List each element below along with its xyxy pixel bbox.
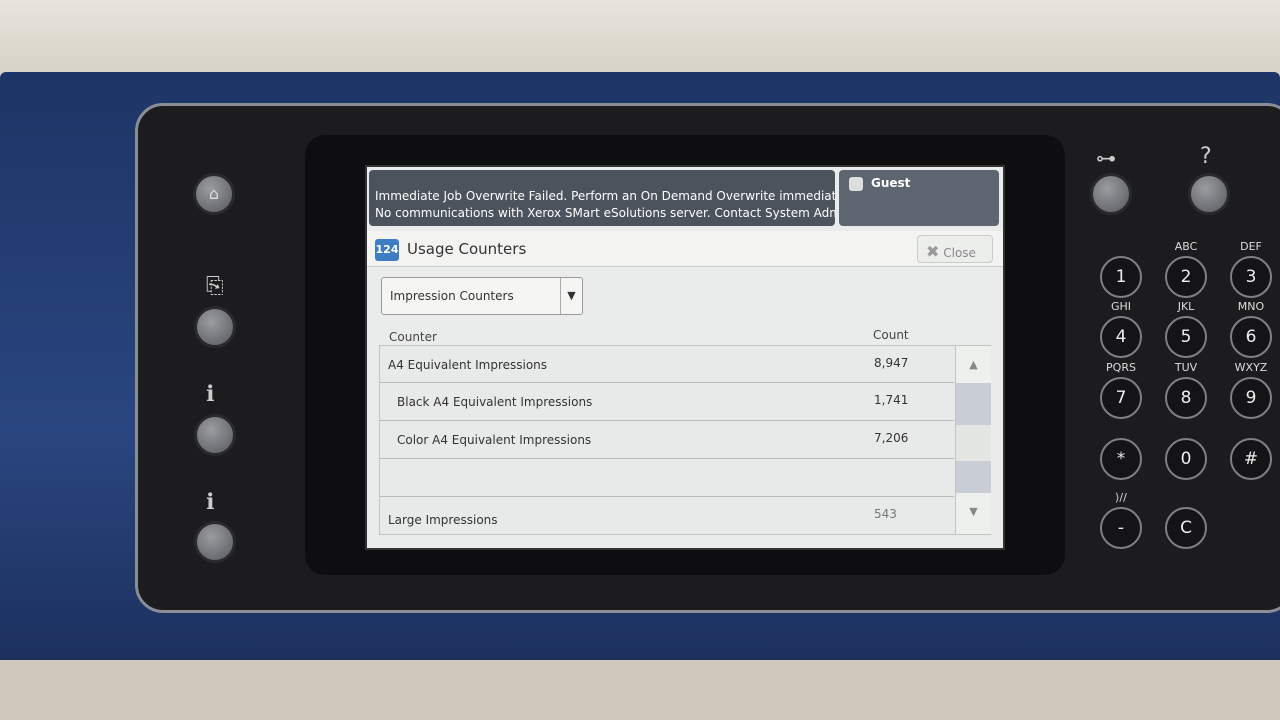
key-letters: WXYZ [1234,361,1268,374]
services-icon: ⎘ [206,274,224,299]
home-icon: ⌂ [208,184,220,203]
page-title: Usage Counters [407,240,527,258]
counter-table: A4 Equivalent Impressions 8,947 Black A4 … [379,345,991,535]
counter-value: 1,741 [874,393,909,407]
key-4[interactable]: 4 [1100,316,1142,358]
user-icon [849,176,863,191]
table-row[interactable]: Color A4 Equivalent Impressions 7,206 [380,421,954,459]
touch-screen: Immediate Job Overwrite Failed. Perform … [365,165,1005,550]
counter-type-dropdown[interactable]: Impression Counters ▼ [381,277,583,315]
key-pause[interactable]: - [1100,507,1142,549]
status-message: Immediate Job Overwrite Failed. Perform … [375,189,835,203]
key-letters: DEF [1240,240,1262,253]
key-C[interactable]: C [1165,507,1207,549]
key-letters: MNO [1237,300,1265,313]
login-button[interactable]: Guest [839,170,999,226]
key-0[interactable]: 0 [1165,438,1207,480]
table-row[interactable]: A4 Equivalent Impressions 8,947 [380,346,954,383]
machine-status-icon: ℹ [206,490,215,515]
table-row [380,459,954,497]
dropdown-value: Impression Counters [390,289,514,303]
table-row[interactable]: Black A4 Equivalent Impressions 1,741 [380,383,954,421]
counter-name: Large Impressions [388,513,498,527]
key-6[interactable]: 6 [1230,316,1272,358]
key-letters: TUV [1174,361,1198,374]
background-wall [0,0,1280,80]
key-letters: ABC [1174,240,1198,253]
job-status-button[interactable] [194,414,236,456]
help-icon: ? [1200,144,1212,169]
home-button[interactable]: ⌂ [193,173,235,215]
chevron-down-icon: ▼ [560,278,582,314]
services-button[interactable] [194,306,236,348]
key-letters: ⟩// [1115,491,1127,504]
key-3[interactable]: 3 [1230,256,1272,298]
counter-value: 7,206 [874,431,909,445]
counter-name: Black A4 Equivalent Impressions [397,395,593,409]
counter-name: A4 Equivalent Impressions [388,358,548,372]
counter-name: Color A4 Equivalent Impressions [397,433,592,447]
counter-icon: 124 [375,239,399,261]
close-button[interactable]: ✖ Close [917,235,993,263]
window-title-bar: 124 Usage Counters ✖ Close [367,231,1003,267]
log-in-out-button[interactable] [1090,173,1132,215]
key-1[interactable]: 1 [1100,256,1142,298]
counter-value: 8,947 [874,356,909,370]
counter-value: 543 [874,507,897,521]
job-status-icon: ℹ [206,382,215,407]
machine-status-button[interactable] [194,521,236,563]
scroll-down-button[interactable]: ▼ [956,493,991,531]
scrollbar[interactable]: ▲ ▼ [955,346,991,534]
scroll-thumb[interactable] [956,383,991,425]
status-message-area[interactable]: Immediate Job Overwrite Failed. Perform … [369,170,835,226]
key-letters: JKL [1177,300,1195,313]
column-header-count: Count [873,328,909,342]
close-icon: ✖ [926,242,940,261]
status-message: No communications with Xerox SMart eSolu… [375,206,835,220]
key-8[interactable]: 8 [1165,377,1207,419]
key-9[interactable]: 9 [1230,377,1272,419]
column-header-counter: Counter [389,330,437,344]
key-icon: ⊶ [1096,146,1116,170]
background-floor [0,660,1280,720]
table-row[interactable]: Large Impressions 543 [380,497,954,534]
close-label: Close [943,246,976,260]
key-letters: PQRS [1106,361,1136,374]
scroll-up-button[interactable]: ▲ [956,346,991,383]
key-5[interactable]: 5 [1165,316,1207,358]
help-button[interactable] [1188,173,1230,215]
key-hash[interactable]: # [1230,438,1272,480]
key-letters: GHI [1110,300,1132,313]
user-label: Guest [871,176,911,190]
key-2[interactable]: 2 [1165,256,1207,298]
key-star[interactable]: * [1100,438,1142,480]
key-7[interactable]: 7 [1100,377,1142,419]
